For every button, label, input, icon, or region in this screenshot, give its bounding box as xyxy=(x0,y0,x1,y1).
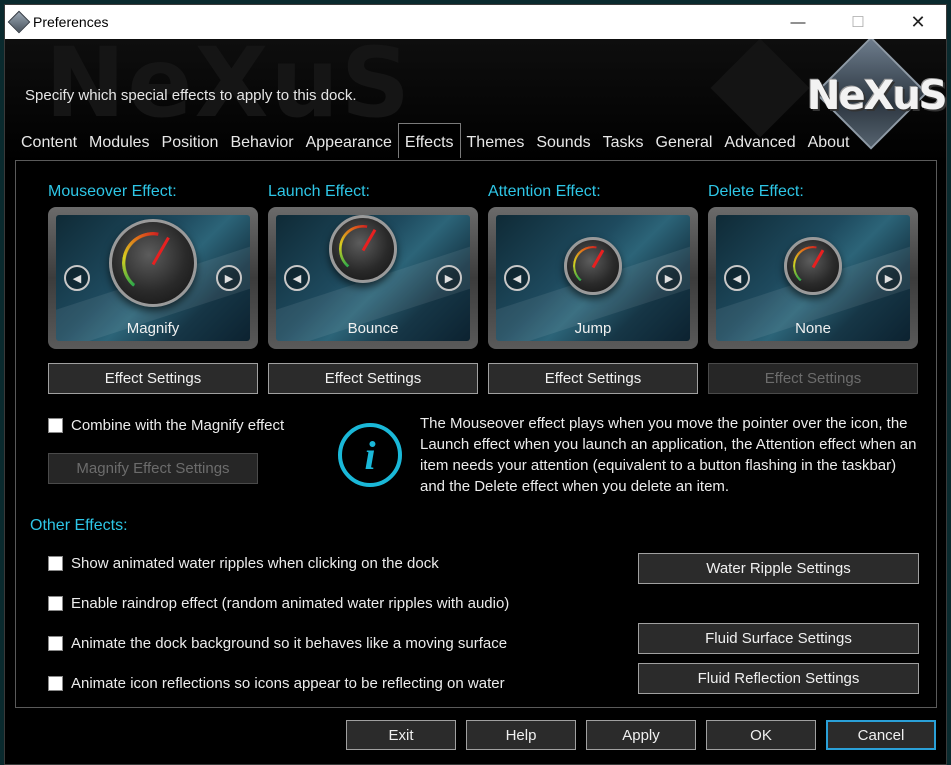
preview-screen: ◀ ▶ None xyxy=(716,215,910,341)
minimize-button[interactable]: — xyxy=(768,5,828,39)
attention-effect-value: Jump xyxy=(574,320,612,337)
exit-button[interactable]: Exit xyxy=(346,720,456,750)
mouseover-effect-label: Mouseover Effect: xyxy=(48,183,177,200)
title-bar: Preferences — ☐ ✕ xyxy=(5,5,946,39)
help-button[interactable]: Help xyxy=(466,720,576,750)
window-title: Preferences xyxy=(33,14,109,30)
launch-effect-settings-button[interactable]: Effect Settings xyxy=(268,363,478,394)
water-ripple-settings-button[interactable]: Water Ripple Settings xyxy=(638,553,919,584)
delete-effect-value: None xyxy=(795,320,831,337)
tab-tasks[interactable]: Tasks xyxy=(597,126,650,158)
info-description: The Mouseover effect plays when you move… xyxy=(420,415,917,495)
tab-themes[interactable]: Themes xyxy=(461,126,531,158)
fluid-reflection-settings-button[interactable]: Fluid Reflection Settings xyxy=(638,663,919,694)
next-arrow-icon[interactable]: ▶ xyxy=(656,265,682,291)
raindrop-checkbox[interactable] xyxy=(48,596,63,611)
tab-behavior[interactable]: Behavior xyxy=(224,126,299,158)
nexus-app-icon xyxy=(7,10,31,34)
other-effects-heading: Other Effects: xyxy=(30,517,128,534)
cancel-button[interactable]: Cancel xyxy=(826,720,936,750)
tab-sounds[interactable]: Sounds xyxy=(530,126,596,158)
mouseover-effect-settings-button[interactable]: Effect Settings xyxy=(48,363,258,394)
tab-appearance[interactable]: Appearance xyxy=(300,126,398,158)
next-arrow-icon[interactable]: ▶ xyxy=(216,265,242,291)
raindrop-option[interactable]: Enable raindrop effect (random animated … xyxy=(48,595,509,612)
ok-button[interactable]: OK xyxy=(706,720,816,750)
next-arrow-icon[interactable]: ▶ xyxy=(436,265,462,291)
gauge-icon xyxy=(109,219,197,307)
preferences-window: Preferences — ☐ ✕ NeXuS Specify which sp… xyxy=(4,4,947,765)
launch-effect-preview: ◀ ▶ Bounce xyxy=(268,207,478,349)
previous-arrow-icon[interactable]: ◀ xyxy=(284,265,310,291)
preview-screen: ◀ ▶ Jump xyxy=(496,215,690,341)
icon-reflections-label: Animate icon reflections so icons appear… xyxy=(71,675,505,692)
tab-modules[interactable]: Modules xyxy=(83,126,155,158)
gauge-icon xyxy=(564,237,622,295)
moving-surface-option[interactable]: Animate the dock background so it behave… xyxy=(48,635,507,652)
preview-screen: ◀ ▶ Magnify xyxy=(56,215,250,341)
fluid-surface-settings-button[interactable]: Fluid Surface Settings xyxy=(638,623,919,654)
attention-effect-settings-button[interactable]: Effect Settings xyxy=(488,363,698,394)
icon-reflections-checkbox[interactable] xyxy=(48,676,63,691)
page-subtitle: Specify which special effects to apply t… xyxy=(25,87,357,104)
preview-screen: ◀ ▶ Bounce xyxy=(276,215,470,341)
next-arrow-icon[interactable]: ▶ xyxy=(876,265,902,291)
tab-bar: Content Modules Position Behavior Appear… xyxy=(15,123,856,158)
delete-effect-preview: ◀ ▶ None xyxy=(708,207,918,349)
combine-magnify-option[interactable]: Combine with the Magnify effect xyxy=(48,417,284,434)
previous-arrow-icon[interactable]: ◀ xyxy=(504,265,530,291)
effects-panel: Mouseover Effect: ◀ ▶ Magnify Launch Eff… xyxy=(15,160,937,708)
previous-arrow-icon[interactable]: ◀ xyxy=(64,265,90,291)
previous-arrow-icon[interactable]: ◀ xyxy=(724,265,750,291)
tab-position[interactable]: Position xyxy=(156,126,225,158)
logo-text: NeXuS xyxy=(807,73,946,119)
combine-magnify-label: Combine with the Magnify effect xyxy=(71,417,285,434)
gauge-icon xyxy=(784,237,842,295)
combine-magnify-checkbox[interactable] xyxy=(48,418,63,433)
icon-reflections-option[interactable]: Animate icon reflections so icons appear… xyxy=(48,675,505,692)
tab-general[interactable]: General xyxy=(650,126,719,158)
mouseover-effect-preview: ◀ ▶ Magnify xyxy=(48,207,258,349)
tab-advanced[interactable]: Advanced xyxy=(718,126,801,158)
launch-effect-label: Launch Effect: xyxy=(268,183,370,200)
info-icon: i xyxy=(338,423,402,487)
attention-effect-preview: ◀ ▶ Jump xyxy=(488,207,698,349)
tab-effects[interactable]: Effects xyxy=(397,123,461,158)
gauge-icon xyxy=(329,215,397,283)
delete-effect-settings-button[interactable]: Effect Settings xyxy=(708,363,918,394)
launch-effect-value: Bounce xyxy=(347,320,399,337)
tab-content[interactable]: Content xyxy=(15,126,83,158)
delete-effect-label: Delete Effect: xyxy=(708,183,804,200)
maximize-button[interactable]: ☐ xyxy=(828,5,888,39)
watermark-diamond xyxy=(710,39,810,138)
water-ripples-label: Show animated water ripples when clickin… xyxy=(71,555,439,572)
attention-effect-label: Attention Effect: xyxy=(488,183,601,200)
tab-about[interactable]: About xyxy=(802,126,856,158)
close-button[interactable]: ✕ xyxy=(888,5,948,39)
water-ripples-option[interactable]: Show animated water ripples when clickin… xyxy=(48,555,439,572)
mouseover-effect-value: Magnify xyxy=(126,320,180,337)
water-ripples-checkbox[interactable] xyxy=(48,556,63,571)
moving-surface-label: Animate the dock background so it behave… xyxy=(71,635,508,652)
magnify-effect-settings-button[interactable]: Magnify Effect Settings xyxy=(48,453,258,484)
moving-surface-checkbox[interactable] xyxy=(48,636,63,651)
apply-button[interactable]: Apply xyxy=(586,720,696,750)
raindrop-label: Enable raindrop effect (random animated … xyxy=(71,595,510,612)
